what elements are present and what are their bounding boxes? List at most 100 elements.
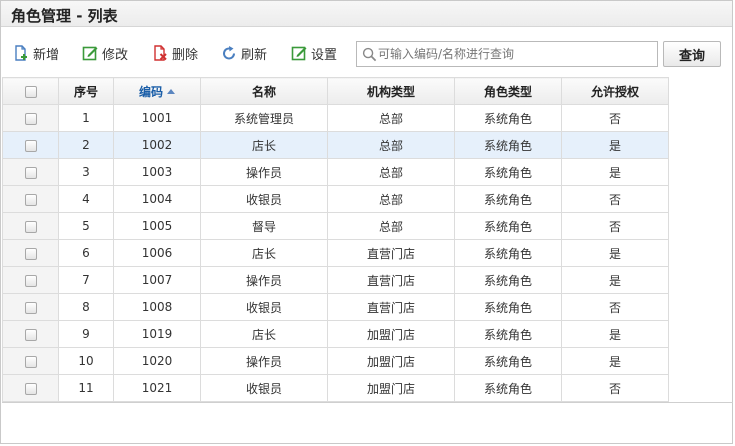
toolbar: 新增 修改 删除 刷新 设置 可输入编码/名称进行查询 查询 [1,28,732,74]
row-code[interactable]: 1004 [113,185,201,213]
row-number: 4 [58,185,114,213]
row-name: 收银员 [200,374,328,402]
role-grid: 序号 编码 名称 机构类型 角色类型 允许授权 1 1001 系统管理员 总部 … [2,77,733,403]
row-allow-auth: 否 [561,374,669,402]
column-header-code[interactable]: 编码 [113,77,201,105]
row-org-type: 总部 [327,131,455,159]
table-header-row: 序号 编码 名称 机构类型 角色类型 允许授权 [2,77,669,105]
table-row[interactable]: 4 1004 收银员 总部 系统角色 否 [2,185,669,213]
table-row[interactable]: 9 1019 店长 加盟门店 系统角色 是 [2,320,669,348]
row-checkbox-cell [2,320,59,348]
row-name: 操作员 [200,266,328,294]
row-role-type: 系统角色 [454,347,562,375]
row-allow-auth: 是 [561,347,669,375]
row-number: 2 [58,131,114,159]
table-row[interactable]: 11 1021 收银员 加盟门店 系统角色 否 [2,374,669,402]
row-allow-auth: 是 [561,266,669,294]
table-row[interactable]: 5 1005 督导 总部 系统角色 否 [2,212,669,240]
query-button[interactable]: 查询 [663,41,721,67]
row-number: 8 [58,293,114,321]
row-checkbox[interactable] [24,382,37,395]
row-checkbox[interactable] [24,166,37,179]
table-row[interactable]: 2 1002 店长 总部 系统角色 是 [2,131,669,159]
row-role-type: 系统角色 [454,212,562,240]
panel-header: 角色管理 - 列表 [1,1,732,27]
row-code[interactable]: 1005 [113,212,201,240]
edit-button[interactable]: 修改 [82,42,128,64]
row-code[interactable]: 1020 [113,347,201,375]
add-icon [15,45,27,61]
row-code[interactable]: 1021 [113,374,201,402]
row-org-type: 直营门店 [327,293,455,321]
row-number: 6 [58,239,114,267]
row-org-type: 加盟门店 [327,320,455,348]
row-checkbox[interactable] [24,328,37,341]
row-checkbox-cell [2,239,59,267]
column-header-org-type[interactable]: 机构类型 [327,77,455,105]
row-checkbox-cell [2,266,59,294]
add-button[interactable]: 新增 [13,42,59,64]
search-box [356,41,658,67]
page-title: 角色管理 - 列表 [11,7,118,25]
row-checkbox[interactable] [24,112,37,125]
row-role-type: 系统角色 [454,185,562,213]
row-allow-auth: 否 [561,185,669,213]
row-role-type: 系统角色 [454,293,562,321]
row-code[interactable]: 1019 [113,320,201,348]
row-name: 收银员 [200,185,328,213]
row-allow-auth: 是 [561,131,669,159]
row-checkbox[interactable] [24,274,37,287]
row-org-type: 总部 [327,185,455,213]
row-number: 10 [58,347,114,375]
row-code[interactable]: 1008 [113,293,201,321]
settings-button[interactable]: 设置 [291,42,337,64]
row-checkbox[interactable] [24,247,37,260]
refresh-button-label: 刷新 [241,47,268,63]
row-number: 7 [58,266,114,294]
search-input[interactable] [378,44,654,64]
delete-button-label: 删除 [172,47,199,63]
row-number: 1 [58,104,114,132]
row-org-type: 加盟门店 [327,347,455,375]
select-all-checkbox[interactable] [24,85,37,98]
row-number: 9 [58,320,114,348]
row-org-type: 总部 [327,212,455,240]
column-header-name[interactable]: 名称 [200,77,328,105]
column-header-role-type[interactable]: 角色类型 [454,77,562,105]
delete-button[interactable]: 删除 [152,42,198,64]
search-icon [362,47,377,62]
row-checkbox-cell [2,158,59,186]
row-allow-auth: 是 [561,158,669,186]
column-header-allow-auth[interactable]: 允许授权 [561,77,669,105]
role-list-panel: 角色管理 - 列表 新增 修改 删除 刷新 设置 可输入编码/名称进行查询 查询… [0,0,733,444]
row-name: 操作员 [200,347,328,375]
row-checkbox-cell [2,374,59,402]
row-checkbox[interactable] [24,193,37,206]
row-name: 操作员 [200,158,328,186]
row-checkbox-cell [2,293,59,321]
row-code[interactable]: 1007 [113,266,201,294]
role-table: 序号 编码 名称 机构类型 角色类型 允许授权 1 1001 系统管理员 总部 … [2,77,669,402]
row-code[interactable]: 1003 [113,158,201,186]
row-code[interactable]: 1006 [113,239,201,267]
table-row[interactable]: 1 1001 系统管理员 总部 系统角色 否 [2,104,669,132]
table-row[interactable]: 10 1020 操作员 加盟门店 系统角色 是 [2,347,669,375]
table-row[interactable]: 7 1007 操作员 直营门店 系统角色 是 [2,266,669,294]
table-row[interactable]: 3 1003 操作员 总部 系统角色 是 [2,158,669,186]
row-allow-auth: 是 [561,239,669,267]
row-org-type: 直营门店 [327,266,455,294]
row-name: 店长 [200,131,328,159]
refresh-button[interactable]: 刷新 [221,42,267,64]
row-allow-auth: 是 [561,320,669,348]
row-role-type: 系统角色 [454,158,562,186]
row-code[interactable]: 1002 [113,131,201,159]
row-checkbox[interactable] [24,139,37,152]
table-row[interactable]: 8 1008 收银员 直营门店 系统角色 否 [2,293,669,321]
column-header-no[interactable]: 序号 [58,77,114,105]
row-checkbox[interactable] [24,301,37,314]
row-checkbox[interactable] [24,220,37,233]
row-checkbox[interactable] [24,355,37,368]
row-code[interactable]: 1001 [113,104,201,132]
row-checkbox-cell [2,185,59,213]
table-row[interactable]: 6 1006 店长 直营门店 系统角色 是 [2,239,669,267]
